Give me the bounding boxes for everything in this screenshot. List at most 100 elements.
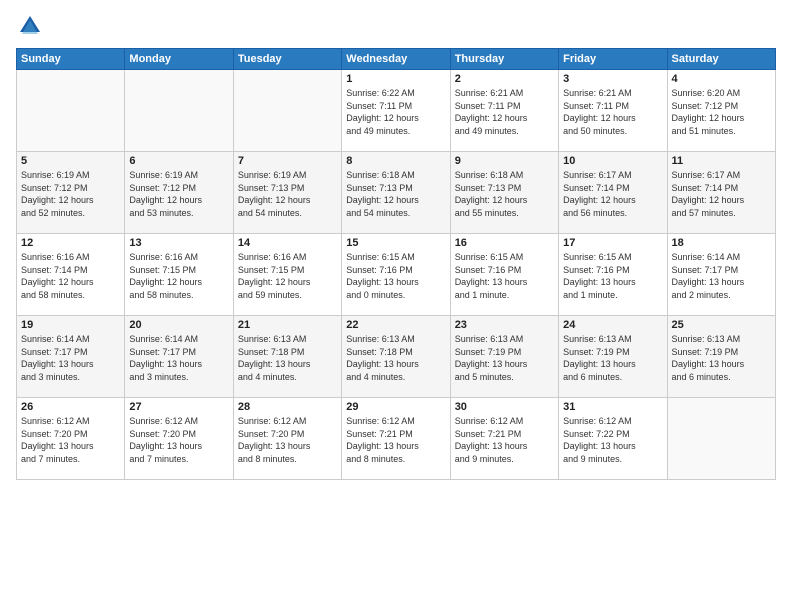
day-number: 15 [346,237,445,249]
day-info: Sunrise: 6:18 AM Sunset: 7:13 PM Dayligh… [346,169,445,219]
calendar-cell: 13 Sunrise: 6:16 AM Sunset: 7:15 PM Dayli… [125,234,233,316]
calendar-cell [125,70,233,152]
calendar-week-5: 26 Sunrise: 6:12 AM Sunset: 7:20 PM Dayli… [17,398,776,480]
day-number: 10 [563,155,662,167]
day-info: Sunrise: 6:12 AM Sunset: 7:22 PM Dayligh… [563,415,662,465]
calendar-week-2: 5 Sunrise: 6:19 AM Sunset: 7:12 PM Daylig… [17,152,776,234]
calendar-cell [667,398,775,480]
calendar-cell: 17Sunrise: 6:15 AM Sunset: 7:16 PM Dayli… [559,234,667,316]
day-number: 28 [238,401,337,413]
day-number: 22 [346,319,445,331]
calendar-cell: 2 Sunrise: 6:21 AM Sunset: 7:11 PM Daylig… [450,70,558,152]
day-number: 6 [129,155,228,167]
calendar-cell: 28 Sunrise: 6:12 AM Sunset: 7:20 PM Dayli… [233,398,341,480]
calendar-cell: 31 Sunrise: 6:12 AM Sunset: 7:22 PM Dayli… [559,398,667,480]
day-number: 5 [21,155,120,167]
day-number: 3 [563,73,662,85]
calendar-cell [233,70,341,152]
calendar-cell: 25Sunrise: 6:13 AM Sunset: 7:19 PM Dayli… [667,316,775,398]
calendar-cell [17,70,125,152]
day-number: 25 [672,319,771,331]
calendar-header-wednesday: Wednesday [342,49,450,70]
calendar-cell: 16 Sunrise: 6:15 AM Sunset: 7:16 PM Dayli… [450,234,558,316]
day-number: 21 [238,319,337,331]
day-number: 26 [21,401,120,413]
day-info: Sunrise: 6:13 AM Sunset: 7:18 PM Dayligh… [238,333,337,383]
calendar-cell: 19 Sunrise: 6:14 AM Sunset: 7:17 PM Dayli… [17,316,125,398]
calendar-header-sunday: Sunday [17,49,125,70]
day-number: 1 [346,73,445,85]
calendar-cell: 24Sunrise: 6:13 AM Sunset: 7:19 PM Dayli… [559,316,667,398]
day-info: Sunrise: 6:13 AM Sunset: 7:19 PM Dayligh… [455,333,554,383]
calendar-cell: 23 Sunrise: 6:13 AM Sunset: 7:19 PM Dayli… [450,316,558,398]
day-number: 7 [238,155,337,167]
calendar-cell: 21 Sunrise: 6:13 AM Sunset: 7:18 PM Dayli… [233,316,341,398]
day-number: 27 [129,401,228,413]
day-number: 30 [455,401,554,413]
day-info: Sunrise: 6:21 AM Sunset: 7:11 PM Dayligh… [455,87,554,137]
calendar-cell: 11 Sunrise: 6:17 AM Sunset: 7:14 PM Dayli… [667,152,775,234]
calendar-cell: 15Sunrise: 6:15 AM Sunset: 7:16 PM Dayli… [342,234,450,316]
day-info: Sunrise: 6:19 AM Sunset: 7:12 PM Dayligh… [21,169,120,219]
day-number: 2 [455,73,554,85]
day-number: 19 [21,319,120,331]
calendar-cell: 9 Sunrise: 6:18 AM Sunset: 7:13 PM Daylig… [450,152,558,234]
day-number: 13 [129,237,228,249]
day-number: 23 [455,319,554,331]
day-info: Sunrise: 6:14 AM Sunset: 7:17 PM Dayligh… [129,333,228,383]
day-number: 11 [672,155,771,167]
calendar-cell: 5 Sunrise: 6:19 AM Sunset: 7:12 PM Daylig… [17,152,125,234]
day-number: 20 [129,319,228,331]
calendar-cell: 4Sunrise: 6:20 AM Sunset: 7:12 PM Daylig… [667,70,775,152]
day-number: 24 [563,319,662,331]
day-info: Sunrise: 6:17 AM Sunset: 7:14 PM Dayligh… [563,169,662,219]
day-info: Sunrise: 6:14 AM Sunset: 7:17 PM Dayligh… [21,333,120,383]
day-number: 16 [455,237,554,249]
day-info: Sunrise: 6:12 AM Sunset: 7:20 PM Dayligh… [238,415,337,465]
day-number: 4 [672,73,771,85]
day-number: 31 [563,401,662,413]
day-info: Sunrise: 6:12 AM Sunset: 7:20 PM Dayligh… [21,415,120,465]
day-info: Sunrise: 6:16 AM Sunset: 7:15 PM Dayligh… [238,251,337,301]
page: SundayMondayTuesdayWednesdayThursdayFrid… [0,0,792,612]
calendar-cell: 8 Sunrise: 6:18 AM Sunset: 7:13 PM Daylig… [342,152,450,234]
day-info: Sunrise: 6:17 AM Sunset: 7:14 PM Dayligh… [672,169,771,219]
day-number: 29 [346,401,445,413]
day-info: Sunrise: 6:19 AM Sunset: 7:13 PM Dayligh… [238,169,337,219]
day-info: Sunrise: 6:15 AM Sunset: 7:16 PM Dayligh… [455,251,554,301]
calendar-cell: 6 Sunrise: 6:19 AM Sunset: 7:12 PM Daylig… [125,152,233,234]
calendar-cell: 29 Sunrise: 6:12 AM Sunset: 7:21 PM Dayli… [342,398,450,480]
calendar-cell: 12Sunrise: 6:16 AM Sunset: 7:14 PM Dayli… [17,234,125,316]
calendar-cell: 20 Sunrise: 6:14 AM Sunset: 7:17 PM Dayli… [125,316,233,398]
calendar-header-row: SundayMondayTuesdayWednesdayThursdayFrid… [17,49,776,70]
calendar: SundayMondayTuesdayWednesdayThursdayFrid… [16,48,776,480]
logo [16,12,48,40]
day-info: Sunrise: 6:12 AM Sunset: 7:21 PM Dayligh… [455,415,554,465]
day-info: Sunrise: 6:18 AM Sunset: 7:13 PM Dayligh… [455,169,554,219]
calendar-cell: 1 Sunrise: 6:22 AM Sunset: 7:11 PM Daylig… [342,70,450,152]
calendar-header-saturday: Saturday [667,49,775,70]
calendar-cell: 18 Sunrise: 6:14 AM Sunset: 7:17 PM Dayli… [667,234,775,316]
calendar-cell: 27 Sunrise: 6:12 AM Sunset: 7:20 PM Dayli… [125,398,233,480]
calendar-header-friday: Friday [559,49,667,70]
calendar-header-tuesday: Tuesday [233,49,341,70]
day-info: Sunrise: 6:12 AM Sunset: 7:21 PM Dayligh… [346,415,445,465]
calendar-week-3: 12Sunrise: 6:16 AM Sunset: 7:14 PM Dayli… [17,234,776,316]
day-info: Sunrise: 6:19 AM Sunset: 7:12 PM Dayligh… [129,169,228,219]
day-number: 8 [346,155,445,167]
calendar-cell: 10 Sunrise: 6:17 AM Sunset: 7:14 PM Dayli… [559,152,667,234]
day-number: 17 [563,237,662,249]
calendar-cell: 26 Sunrise: 6:12 AM Sunset: 7:20 PM Dayli… [17,398,125,480]
day-info: Sunrise: 6:22 AM Sunset: 7:11 PM Dayligh… [346,87,445,137]
day-number: 9 [455,155,554,167]
calendar-week-1: 1 Sunrise: 6:22 AM Sunset: 7:11 PM Daylig… [17,70,776,152]
calendar-cell: 3Sunrise: 6:21 AM Sunset: 7:11 PM Daylig… [559,70,667,152]
calendar-week-4: 19 Sunrise: 6:14 AM Sunset: 7:17 PM Dayli… [17,316,776,398]
day-info: Sunrise: 6:14 AM Sunset: 7:17 PM Dayligh… [672,251,771,301]
day-number: 18 [672,237,771,249]
day-info: Sunrise: 6:13 AM Sunset: 7:18 PM Dayligh… [346,333,445,383]
day-info: Sunrise: 6:12 AM Sunset: 7:20 PM Dayligh… [129,415,228,465]
calendar-header-thursday: Thursday [450,49,558,70]
day-number: 12 [21,237,120,249]
day-info: Sunrise: 6:16 AM Sunset: 7:15 PM Dayligh… [129,251,228,301]
